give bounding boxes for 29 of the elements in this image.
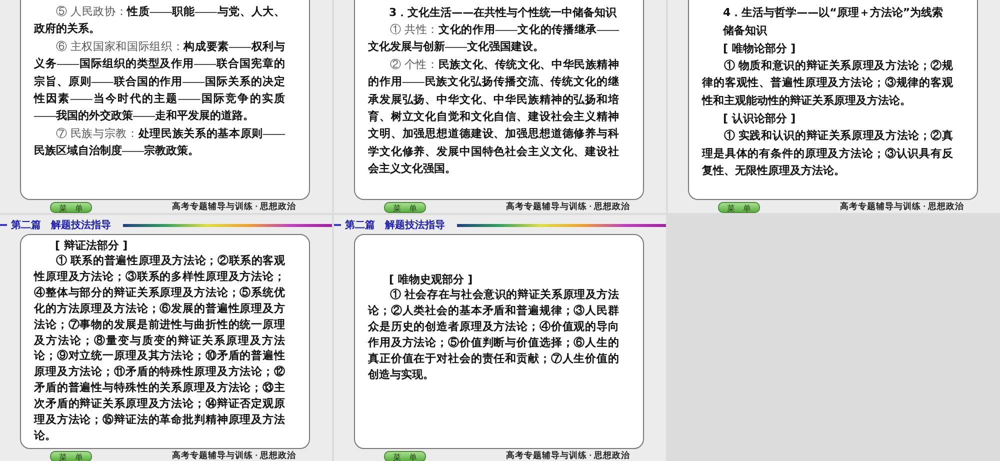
header-dash	[334, 224, 341, 226]
slide-paragraph: ① 社会存在与社会意识的辩证关系原理及方法论；②人类社会的基本矛盾和普遍规律；③人民群众是历史的创造者原理及方法论；④价值观的导向作用及方法论；⑤价值判断与价值选择；⑥人生的真正价值在于对社会的责任和贡献；⑦人生价值的创造与实现。	[368, 288, 619, 383]
slide-heading: [ 唯物论部分 ]	[722, 41, 797, 57]
slide-paragraph: ⑦ 民族与宗教：处理民族关系的基本原则——民族区域自治制度——宗教政策。	[34, 126, 285, 160]
slide-paragraph: ① 联系的普遍性原理及方法论；②联系的客观性原理及方法论；③联系的多样性原理及方法论；④整体与部分的辩证关系原理及方法论；⑤系统优化的方法原理及方法论；⑥发展的普遍性原理及方法论；⑦事物的发展是前进性与曲折性的统一原理及方法论；⑧量变与质变的辩证关系原理及方法论；⑨对立统一原理及其方法论；⑩矛盾的普遍性原理及方法论；⑪矛盾的特殊性原理及方法论；⑫矛盾的普遍性与特殊性的关系原理及方法论；⑬主次矛盾的辩证关系原理及方法论；⑭辩证否定观原理及方法论；⑮辩证法的革命批判精神原理及方法论。	[34, 254, 285, 444]
slide-paragraph: ① 实践和认识的辩证关系原理及方法论；②真理是具体的有条件的原理及方法论；③认识具有反复性、无限性原理及方法论。	[702, 128, 953, 180]
menu-button[interactable]: 菜 单	[718, 202, 760, 212]
section-title: 第二篇 解题技法指导	[345, 218, 445, 232]
slide-heading: 4．生活与哲学——以“原理＋方法论”为线索储备知识	[722, 5, 944, 39]
footer-text: 高考专题辅导与训练 · 思想政治	[172, 450, 296, 461]
menu-button[interactable]: 菜 单	[384, 202, 426, 212]
slide-paragraph: ① 物质和意识的辩证关系原理及方法论；②规律的客观性、普遍性原理及方法论；③规律的客观性和主观能动性的辩证关系原理及方法论。	[702, 58, 953, 109]
slide-heading: 3．文化生活——在共性与个性统一中储备知识	[388, 5, 618, 21]
menu-button[interactable]: 菜 单	[384, 450, 426, 461]
slide-paragraph: ⑤ 人民政协：性质——职能——与党、人大、政府的关系。	[34, 4, 285, 38]
footer-text: 高考专题辅导与训练 · 思想政治	[840, 201, 964, 213]
slide-heading: [ 辩证法部分 ]	[54, 238, 129, 254]
footer-text: 高考专题辅导与训练 · 思想政治	[506, 201, 630, 213]
slide-paragraph: ① 共性：文化的作用——文化的传播继承——文化发展与创新——文化强国建设。	[368, 22, 619, 56]
menu-button[interactable]: 菜 单	[50, 450, 92, 461]
slide-paragraph: ② 个性：民族文化、传统文化、中华民族精神的作用——民族文化弘扬传播交流、传统文化的继承发展弘扬、中华文化、中华民族精神的弘扬和培育、树立文化自觉和文化自信、建设社会主义精神文明、加强思想道德建设、加强思想道德修养与科学文化修养、发展中国特色社会主义文化、建设社会主义文化强国。	[368, 58, 619, 178]
footer-text: 高考专题辅导与训练 · 思想政治	[172, 201, 296, 213]
header-dash	[0, 224, 7, 226]
slide-heading: [ 唯物史观部分 ]	[388, 272, 474, 288]
menu-button[interactable]: 菜 单	[50, 202, 92, 212]
footer-text: 高考专题辅导与训练 · 思想政治	[506, 450, 630, 461]
section-title: 第二篇 解题技法指导	[11, 218, 111, 232]
slide-heading: [ 认识论部分 ]	[722, 111, 797, 128]
slide-paragraph: ⑥ 主权国家和国际组织：构成要素——权利与义务——国际组织的类型及作用——联合国宪章的宗旨、原则——联合国的作用——国际关系的决定性因素——当今时代的主题——国际竞争的实质——我国的外交政策——走和平发展的道路。	[34, 40, 285, 124]
